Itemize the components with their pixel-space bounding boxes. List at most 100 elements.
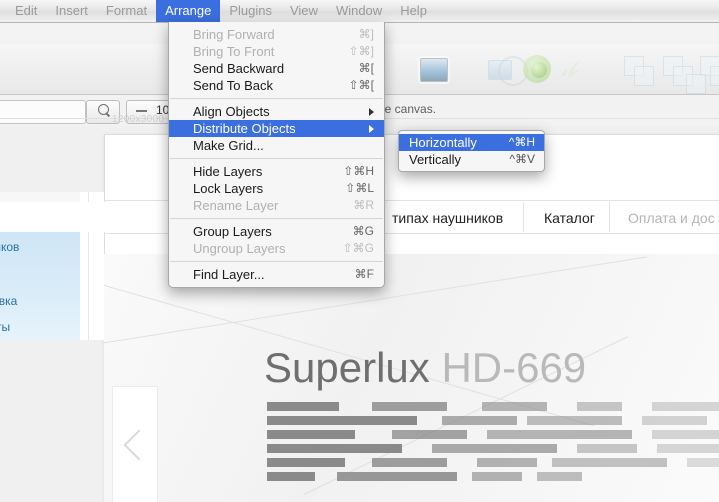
submenu-item-horizontally[interactable]: Horizontally ^⌘H <box>399 134 544 151</box>
placeholder-bar <box>552 458 667 467</box>
screenshot-root: 100 hite canvas. 1200x3000 ушников остав… <box>0 0 719 502</box>
menu-item-rename-layer: Rename Layer ⌘R <box>169 197 384 214</box>
menubar-item-help[interactable]: Help <box>391 0 436 22</box>
menu-item-label: Find Layer... <box>193 267 265 282</box>
placeholder-bar <box>267 472 315 481</box>
webpage-sidebar <box>0 218 80 340</box>
menu-item-label: Send Backward <box>193 61 285 76</box>
nav-divider <box>609 202 610 232</box>
placeholder-bar <box>337 472 457 481</box>
submenu-item-shortcut: ^⌘V <box>509 152 535 166</box>
placeholder-bar <box>642 416 707 425</box>
placeholder-bar <box>657 444 719 453</box>
menu-item-label: Rename Layer <box>193 198 279 213</box>
menu-separator <box>170 158 383 159</box>
hero-title: Superlux HD-669 <box>264 344 586 392</box>
menu-item-send-to-back[interactable]: Send To Back ⇧⌘[ <box>169 77 384 94</box>
menu-item-make-grid[interactable]: Make Grid... <box>169 137 384 154</box>
menu-item-label: Bring To Front <box>193 44 275 59</box>
placeholder-bar <box>577 402 622 411</box>
menu-item-shortcut: ⇧⌘L <box>345 181 374 195</box>
menu-item-send-backward[interactable]: Send Backward ⌘[ <box>169 60 384 77</box>
placeholder-bar <box>482 402 547 411</box>
menu-item-lock-layers[interactable]: Lock Layers ⇧⌘L <box>169 180 384 197</box>
menu-item-label: Make Grid... <box>193 138 264 153</box>
placeholder-text-bars <box>267 402 719 486</box>
menu-item-bring-forward: Bring Forward ⌘] <box>169 26 384 43</box>
menu-item-label: Distribute Objects <box>193 121 296 136</box>
menu-item-label: Lock Layers <box>193 181 264 196</box>
sidebar-item-2[interactable]: акты <box>0 320 10 334</box>
menu-item-label: Bring Forward <box>193 27 275 42</box>
placeholder-bar <box>472 472 522 481</box>
sidebar-item-1[interactable]: оставка <box>0 294 17 308</box>
zoom-out-icon[interactable] <box>136 110 147 112</box>
placeholder-bar <box>477 458 537 467</box>
placeholder-bar <box>577 444 637 453</box>
menu-item-find-layer[interactable]: Find Layer... ⌘F <box>169 266 384 283</box>
placeholder-bar <box>537 472 582 481</box>
placeholder-bar <box>527 416 622 425</box>
menu-item-label: Send To Back <box>193 78 273 93</box>
menu-separator <box>170 218 383 219</box>
layer-square-icon[interactable] <box>686 74 706 94</box>
menu-item-shortcut: ⌘F <box>354 267 374 281</box>
placeholder-bar <box>267 444 402 453</box>
nav-item-2[interactable]: Оплата и дос <box>628 210 715 226</box>
menubar-item-plugins[interactable]: Plugins <box>220 0 281 22</box>
layer-square-icon[interactable] <box>710 66 719 86</box>
chevron-right-icon <box>369 108 374 116</box>
placeholder-bar <box>432 444 557 453</box>
sidebar-item-0[interactable]: ушников <box>0 240 19 254</box>
placeholder-bar <box>442 416 517 425</box>
distribute-objects-submenu[interactable]: Horizontally ^⌘H Vertically ^⌘V <box>398 130 545 172</box>
menu-separator <box>170 98 383 99</box>
photo-icon[interactable] <box>420 58 448 82</box>
menu-item-shortcut: ⇧⌘H <box>343 164 374 178</box>
hero-title-main: Superlux <box>264 344 442 391</box>
placeholder-bar <box>267 430 355 439</box>
placeholder-bar-row <box>267 472 719 481</box>
submenu-item-shortcut: ^⌘H <box>508 135 535 149</box>
menu-item-shortcut: ⇧⌘[ <box>348 78 374 92</box>
search-icon <box>98 104 109 115</box>
placeholder-bar <box>392 430 467 439</box>
menu-bar: Edit Insert Format Arrange Plugins View Window… <box>0 0 719 23</box>
menu-item-shortcut: ⇧⌘] <box>348 44 374 58</box>
menubar-item-arrange[interactable]: Arrange <box>156 0 221 22</box>
menubar-item-view[interactable]: View <box>281 0 327 22</box>
submenu-item-label: Horizontally <box>409 135 477 150</box>
placeholder-bar <box>267 416 417 425</box>
submenu-item-vertically[interactable]: Vertically ^⌘V <box>399 151 544 168</box>
menu-item-align-objects[interactable]: Align Objects <box>169 103 384 120</box>
menu-item-label: Hide Layers <box>193 164 263 179</box>
menu-item-shortcut: ⌘G <box>352 224 374 238</box>
placeholder-bar <box>267 458 345 467</box>
search-input[interactable] <box>0 100 86 124</box>
layer-square-icon[interactable] <box>634 66 654 86</box>
nav-item-0[interactable]: типах наушников <box>392 210 503 226</box>
arrange-dropdown-menu[interactable]: Bring Forward ⌘] Bring To Front ⇧⌘] Send Bac… <box>168 22 385 288</box>
leaf-icon[interactable] <box>558 58 582 80</box>
menu-item-group-layers[interactable]: Group Layers ⌘G <box>169 223 384 240</box>
chevron-right-icon <box>369 125 374 133</box>
menu-item-shortcut: ⇧⌘G <box>342 241 374 255</box>
hero-title-fade: HD-669 <box>441 344 587 391</box>
nav-item-1[interactable]: Каталог <box>544 210 595 226</box>
menu-item-bring-to-front: Bring To Front ⇧⌘] <box>169 43 384 60</box>
menu-item-distribute-objects[interactable]: Distribute Objects <box>169 120 384 137</box>
menu-item-label: Ungroup Layers <box>193 241 286 256</box>
menu-separator <box>170 261 383 262</box>
menu-item-hide-layers[interactable]: Hide Layers ⇧⌘H <box>169 163 384 180</box>
menubar-item-insert[interactable]: Insert <box>46 0 97 22</box>
placeholder-bar <box>372 402 447 411</box>
leaf-icon-svg <box>561 60 581 78</box>
placeholder-bar <box>372 458 447 467</box>
menu-item-shortcut: ⌘R <box>353 198 374 212</box>
placeholder-bar <box>652 430 719 439</box>
green-blob-small-icon <box>531 62 547 78</box>
menubar-item-format[interactable]: Format <box>97 0 156 22</box>
menubar-item-edit[interactable]: Edit <box>6 0 46 22</box>
menubar-item-window[interactable]: Window <box>327 0 391 22</box>
placeholder-bar <box>687 458 719 467</box>
